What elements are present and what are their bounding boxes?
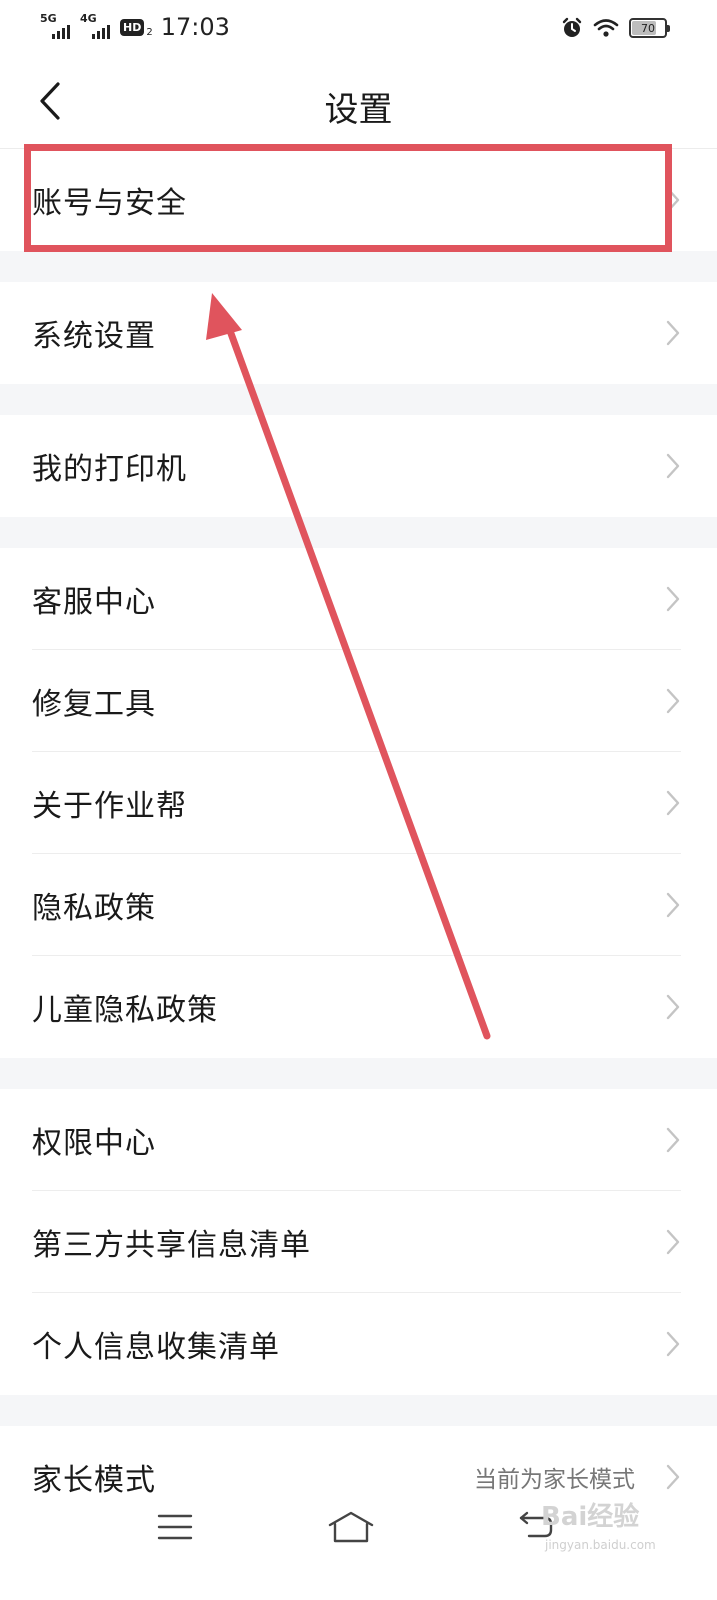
chevron-right-icon xyxy=(666,1229,680,1255)
settings-item-customer-service[interactable]: 客服中心 xyxy=(0,548,717,650)
settings-item-repair-tool[interactable]: 修复工具 xyxy=(0,650,717,752)
baidu-jingyan-watermark: Bai经验 jingyan.baidu.com xyxy=(541,1494,671,1564)
settings-item-third-party-sharing[interactable]: 第三方共享信息清单 xyxy=(0,1191,717,1293)
home-icon xyxy=(328,1511,374,1543)
settings-item-my-printer[interactable]: 我的打印机 xyxy=(0,415,717,517)
signal-5g-icon: 5G xyxy=(40,13,74,41)
settings-item-permission-center[interactable]: 权限中心 xyxy=(0,1089,717,1191)
settings-item-label: 修复工具 xyxy=(32,687,156,722)
status-bar-left: 5G 4G HD 2 17:03 xyxy=(40,10,230,44)
chevron-right-icon xyxy=(666,688,680,714)
settings-item-account-security[interactable]: 账号与安全 xyxy=(0,149,717,251)
parent-mode-status: 当前为家长模式 xyxy=(474,1467,635,1493)
section-gap xyxy=(0,517,717,548)
section-gap xyxy=(0,1058,717,1089)
chevron-right-icon xyxy=(666,1331,680,1357)
status-bar-right: 70 xyxy=(561,14,670,42)
settings-item-privacy-policy[interactable]: 隐私政策 xyxy=(0,854,717,956)
settings-item-personal-info-collection[interactable]: 个人信息收集清单 xyxy=(0,1293,717,1395)
hd-voice-sim-label: 2 xyxy=(146,26,153,38)
settings-item-label: 账号与安全 xyxy=(32,186,187,221)
alarm-icon xyxy=(562,17,582,37)
settings-item-label: 关于作业帮 xyxy=(32,789,187,824)
chevron-right-icon xyxy=(666,320,680,346)
chevron-right-icon xyxy=(666,453,680,479)
settings-item-label: 系统设置 xyxy=(32,319,156,354)
status-bar: 5G 4G HD 2 17:03 70 xyxy=(0,0,717,56)
nav-bar: 设置 xyxy=(0,56,717,148)
chevron-right-icon xyxy=(666,994,680,1020)
hd-voice-icon: HD xyxy=(120,18,145,36)
section-gap xyxy=(0,251,717,282)
watermark-url: jingyan.baidu.com xyxy=(545,1538,656,1552)
section-gap xyxy=(0,1395,717,1426)
page-title: 设置 xyxy=(324,90,393,130)
wifi-icon xyxy=(593,19,619,37)
chevron-right-icon xyxy=(666,790,680,816)
chevron-right-icon xyxy=(666,586,680,612)
chevron-right-icon xyxy=(666,187,680,213)
settings-item-about[interactable]: 关于作业帮 xyxy=(0,752,717,854)
battery-icon: 70 xyxy=(629,18,670,38)
settings-item-label: 隐私政策 xyxy=(32,891,156,926)
chevron-right-icon xyxy=(666,892,680,918)
settings-item-label: 客服中心 xyxy=(32,585,156,620)
settings-item-label: 权限中心 xyxy=(32,1126,156,1161)
settings-item-label: 第三方共享信息清单 xyxy=(32,1228,311,1263)
settings-list: 账号与安全 系统设置 我的打印机 客服中心 修复工具 关于作业帮 隐私政策 儿童… xyxy=(0,149,717,1528)
watermark-text: Bai经验 xyxy=(541,1502,640,1532)
settings-item-label: 儿童隐私政策 xyxy=(32,993,218,1028)
chevron-right-icon xyxy=(666,1127,680,1153)
battery-percent: 70 xyxy=(641,21,655,35)
chevron-right-icon xyxy=(666,1464,680,1490)
settings-item-child-privacy-policy[interactable]: 儿童隐私政策 xyxy=(0,956,717,1058)
menu-icon xyxy=(157,1514,193,1540)
settings-item-label: 我的打印机 xyxy=(32,452,187,487)
signal-4g-icon: 4G xyxy=(80,13,114,41)
home-button[interactable] xyxy=(326,1502,376,1552)
status-time: 17:03 xyxy=(160,13,230,41)
settings-item-system-settings[interactable]: 系统设置 xyxy=(0,282,717,384)
settings-item-label: 个人信息收集清单 xyxy=(32,1330,280,1365)
menu-button[interactable] xyxy=(150,1502,200,1552)
section-gap xyxy=(0,384,717,415)
